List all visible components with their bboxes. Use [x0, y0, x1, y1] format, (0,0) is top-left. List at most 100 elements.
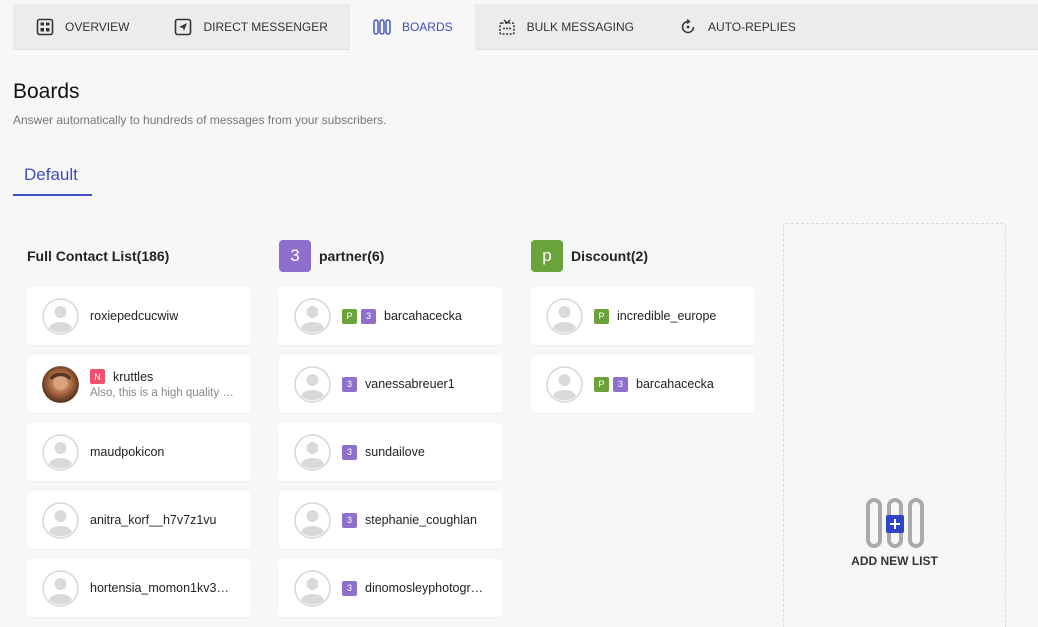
avatar-placeholder-icon	[42, 297, 79, 335]
contact-card-body: maudpokicon	[90, 445, 164, 459]
board-column-partner: 3 partner(6) P 3 barcahacecka 3 vanessabreue…	[279, 238, 502, 627]
tab-direct-messenger[interactable]: DIRECT MESSENGER	[151, 4, 349, 50]
tag-badge: 3	[342, 580, 357, 596]
contact-card-body: 3 sundailove	[342, 444, 425, 460]
tab-auto-replies-label: AUTO-REPLIES	[708, 20, 796, 34]
page-subtitle: Answer automatically to hundreds of mess…	[13, 113, 387, 127]
contact-username: incredible_europe	[617, 309, 717, 323]
contact-username: stephanie_coughlan	[365, 513, 477, 527]
contact-card-body: roxiepedcucwiw	[90, 309, 178, 323]
column-header: 3 partner(6)	[279, 238, 502, 274]
contact-card[interactable]: P 3 barcahacecka	[279, 287, 502, 345]
contact-card-line: 3 stephanie_coughlan	[342, 512, 477, 528]
board-column-discount: p Discount(2) Pincredible_europe P 3 barcah…	[531, 238, 754, 423]
tag-badge: 3	[342, 376, 357, 392]
avatar-placeholder-icon	[294, 501, 331, 539]
contact-username: sundailove	[365, 445, 425, 459]
contact-card-body: Pincredible_europe	[594, 308, 717, 324]
contact-card-body: Nkruttles Also, this is a high quality …	[90, 369, 234, 399]
tag-badge: P	[342, 308, 357, 324]
contact-username: kruttles	[113, 369, 154, 384]
contact-username: maudpokicon	[90, 445, 165, 459]
contact-card[interactable]: P 3 barcahacecka	[531, 355, 754, 413]
contact-card-line: Nkruttles	[90, 369, 234, 384]
avatar-placeholder-icon	[294, 297, 331, 335]
column-badge: p	[531, 240, 563, 272]
avatar-placeholder-icon	[42, 569, 79, 607]
add-list-icon	[865, 498, 924, 548]
message-preview: Also, this is a high quality …	[90, 387, 234, 399]
contact-username: vanessabreuer1	[365, 377, 455, 391]
contact-card-body: 3 vanessabreuer1	[342, 376, 455, 392]
contact-card-line: Pincredible_europe	[594, 308, 717, 324]
column-title: Discount(2)	[571, 248, 648, 264]
contact-card-line: P 3 barcahacecka	[342, 308, 462, 324]
columns-icon	[372, 17, 392, 37]
auto-reply-icon	[678, 17, 698, 37]
contact-username: hortensia_momon1kv3…	[90, 581, 229, 595]
tab-overview[interactable]: OVERVIEW	[13, 4, 151, 50]
column-header: Full Contact List(186)	[27, 238, 250, 274]
contact-username: barcahacecka	[384, 309, 462, 323]
contact-card[interactable]: 3 sundailove	[279, 423, 502, 481]
tab-auto-replies[interactable]: AUTO-REPLIES	[656, 4, 818, 50]
tab-boards[interactable]: BOARDS	[349, 4, 475, 50]
contact-card-body: P 3 barcahacecka	[342, 308, 462, 324]
contact-card[interactable]: 3 dinomosleyphotogr…	[279, 559, 502, 617]
tab-direct-messenger-label: DIRECT MESSENGER	[203, 20, 328, 34]
column-title: partner(6)	[319, 248, 385, 264]
tag-badge: 3	[342, 444, 357, 460]
contact-card-body: 3 dinomosleyphotogr…	[342, 580, 484, 596]
avatar-placeholder-icon	[546, 297, 583, 335]
tag-badge: N	[90, 369, 105, 384]
avatar-placeholder-icon	[294, 433, 331, 471]
avatar-placeholder-icon	[546, 365, 583, 403]
page-title: Boards	[13, 80, 80, 103]
tag-badge: 3	[361, 308, 376, 324]
contact-card[interactable]: roxiepedcucwiw	[27, 287, 250, 345]
add-new-list-button[interactable]: ADD NEW LIST	[783, 223, 1006, 627]
contact-card-line: maudpokicon	[90, 445, 164, 459]
contact-card[interactable]: 3 stephanie_coughlan	[279, 491, 502, 549]
broadcast-icon	[497, 17, 517, 37]
contact-card-body: hortensia_momon1kv3…	[90, 581, 229, 595]
column-header: p Discount(2)	[531, 238, 754, 274]
contact-card-line: P 3 barcahacecka	[594, 376, 714, 392]
tab-overview-label: OVERVIEW	[65, 20, 130, 34]
contact-card[interactable]: Nkruttles Also, this is a high quality …	[27, 355, 250, 413]
tab-boards-label: BOARDS	[401, 20, 453, 34]
dashboard-icon	[35, 17, 55, 37]
avatar-placeholder-icon	[42, 501, 79, 539]
tab-bulk-messaging[interactable]: BULK MESSAGING	[475, 4, 656, 50]
contact-card-body: P 3 barcahacecka	[594, 376, 714, 392]
contact-card-line: hortensia_momon1kv3…	[90, 581, 229, 595]
contact-card[interactable]: maudpokicon	[27, 423, 250, 481]
contact-card[interactable]: hortensia_momon1kv3…	[27, 559, 250, 617]
contact-card-body: anitra_korf__h7v7z1vu	[90, 513, 216, 527]
contact-card[interactable]: Pincredible_europe	[531, 287, 754, 345]
tab-bulk-messaging-label: BULK MESSAGING	[526, 20, 634, 34]
contact-card[interactable]: 3 vanessabreuer1	[279, 355, 502, 413]
contact-username: dinomosleyphotogr…	[365, 581, 484, 595]
send-icon	[173, 17, 193, 37]
contact-card-line: anitra_korf__h7v7z1vu	[90, 513, 216, 527]
tag-badge: P	[594, 308, 609, 324]
contact-username: anitra_korf__h7v7z1vu	[90, 513, 217, 527]
contact-card-line: roxiepedcucwiw	[90, 309, 178, 323]
avatar-placeholder-icon	[294, 365, 331, 403]
contact-username: roxiepedcucwiw	[90, 309, 179, 323]
contact-card-line: 3 vanessabreuer1	[342, 376, 455, 392]
contact-username: barcahacecka	[636, 377, 714, 391]
avatar-placeholder-icon	[294, 569, 331, 607]
contact-card-line: 3 sundailove	[342, 444, 425, 460]
column-title: Full Contact List(186)	[27, 248, 170, 264]
avatar-photo	[42, 365, 79, 403]
board-tab-default[interactable]: Default	[13, 160, 92, 196]
column-badge: 3	[279, 240, 311, 272]
board-column-full-contact-list: Full Contact List(186) roxiepedcucwiw Nkr…	[27, 238, 250, 627]
top-nav: OVERVIEW DIRECT MESSENGER BOARDS BULK ME…	[13, 4, 1038, 50]
contact-card-line: 3 dinomosleyphotogr…	[342, 580, 484, 596]
tag-badge: 3	[613, 376, 628, 392]
add-new-list-label: ADD NEW LIST	[851, 554, 938, 568]
contact-card[interactable]: anitra_korf__h7v7z1vu	[27, 491, 250, 549]
